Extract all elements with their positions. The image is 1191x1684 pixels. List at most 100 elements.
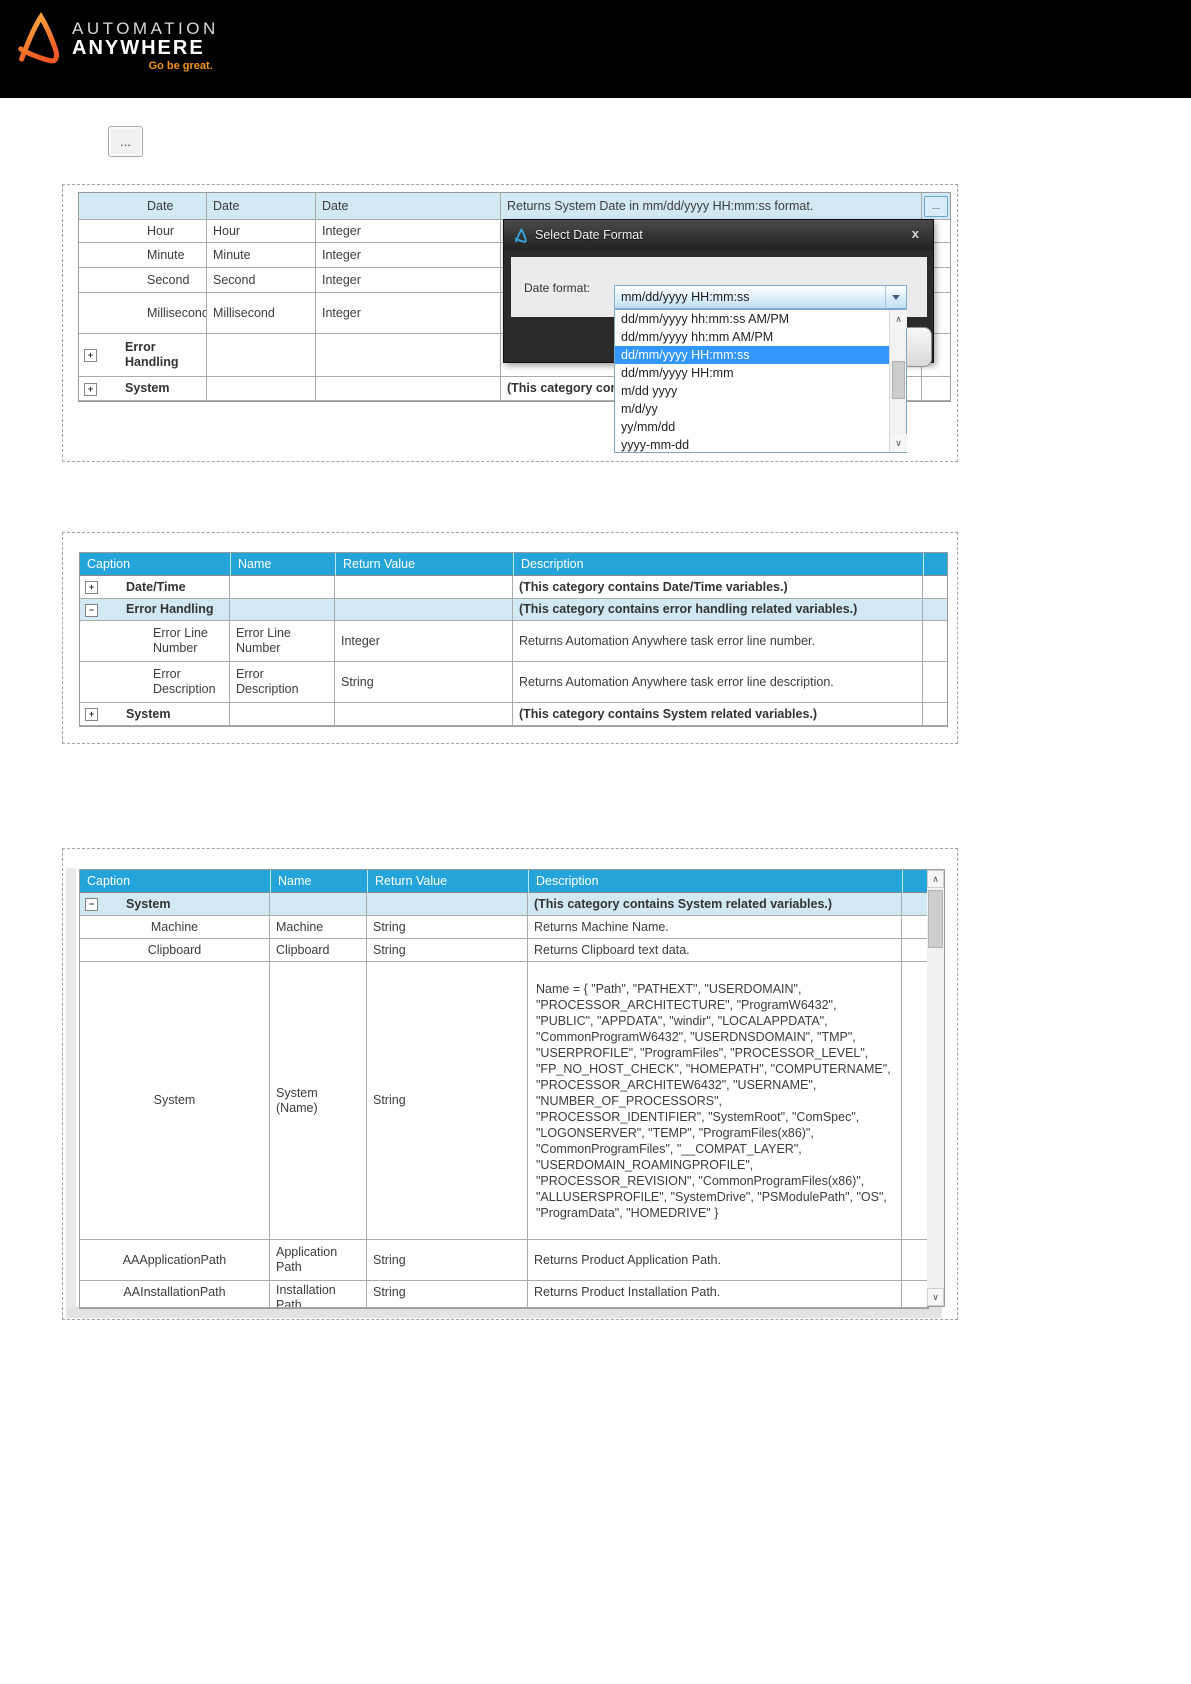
return-value-cell: Integer	[316, 243, 501, 268]
dropdown-option[interactable]: dd/mm/yyyy hh:mm:ss AM/PM	[615, 310, 889, 328]
cell-actions	[923, 703, 947, 726]
return-value-cell: Integer	[316, 268, 501, 293]
cell-actions	[923, 599, 947, 621]
dropdown-arrow-icon[interactable]	[885, 286, 906, 308]
name-cell	[230, 703, 335, 726]
caption-cell: + Error Handling	[79, 334, 207, 377]
return-value-cell	[335, 703, 513, 726]
description-cell: Returns System Date in mm/dd/yyyy HH:mm:…	[501, 193, 922, 220]
category-label: System	[126, 896, 171, 911]
scroll-up-icon[interactable]: ∧	[890, 310, 907, 328]
scroll-down-icon[interactable]: ∨	[927, 1288, 944, 1306]
description-cell: (This category contains System related v…	[513, 703, 923, 726]
dialog-a-icon	[514, 227, 527, 243]
return-value-cell: Date	[316, 193, 501, 220]
grid-vertical-scrollbar[interactable]: ∧ ∨	[927, 869, 945, 1307]
cell-actions	[923, 576, 947, 599]
cell-actions	[902, 1240, 928, 1281]
description-cell: (This category contains error handling r…	[513, 599, 923, 621]
description-cell: (This category contains Date/Time variab…	[513, 576, 923, 599]
caption-cell: Second	[79, 268, 207, 293]
name-cell	[207, 377, 316, 401]
column-header-return-value[interactable]: Return Value	[367, 870, 528, 893]
name-cell: System (Name)	[270, 962, 367, 1240]
collapse-minus-icon[interactable]: −	[85, 603, 98, 617]
brand-a-icon	[14, 6, 68, 75]
automation-anywhere-logo: AUTOMATION ANYWHERE Go be great.	[14, 6, 219, 75]
name-cell	[230, 576, 335, 599]
environment-names-text: Name = { "Path", "PATHEXT", "USERDOMAIN"…	[536, 981, 891, 1220]
date-format-combobox[interactable]: mm/dd/yyyy HH:mm:ss	[614, 285, 907, 309]
dropdown-option[interactable]: m/dd yyyy	[615, 382, 889, 400]
return-value-cell: String	[367, 939, 528, 962]
cell-actions	[902, 1281, 928, 1308]
column-header-name[interactable]: Name	[270, 870, 367, 893]
expand-plus-icon[interactable]: +	[84, 349, 97, 362]
caption-cell: Date	[79, 193, 207, 220]
column-header-name[interactable]: Name	[230, 553, 335, 576]
return-value-cell: String	[367, 1240, 528, 1281]
ellipsis-button[interactable]: ...	[108, 126, 143, 157]
brand-line2: ANYWHERE	[72, 37, 205, 59]
return-value-cell: Integer	[316, 220, 501, 243]
return-value-cell	[316, 377, 501, 401]
dropdown-scrollbar[interactable]: ∧ ∨	[889, 310, 907, 452]
return-value-cell: String	[367, 962, 528, 1240]
name-cell: Application Path	[270, 1240, 367, 1281]
open-date-format-button[interactable]: ...	[924, 195, 948, 217]
name-cell: Error Line Number	[230, 621, 335, 662]
name-cell: Date	[207, 193, 316, 220]
category-label: Error Handling	[126, 602, 214, 616]
dropdown-option[interactable]: yyyy-mm-dd	[615, 436, 889, 454]
caption-cell: − Error Handling	[80, 599, 230, 621]
return-value-cell: String	[335, 662, 513, 703]
category-label: Date/Time	[126, 579, 186, 594]
grid-left-gutter	[66, 868, 76, 1308]
category-label: System	[125, 381, 170, 395]
collapse-minus-icon[interactable]: −	[85, 898, 98, 911]
column-header-blank	[923, 553, 947, 576]
dropdown-option[interactable]: m/d/yy	[615, 400, 889, 418]
return-value-cell: String	[367, 916, 528, 939]
page: AUTOMATION ANYWHERE Go be great. ... Dat…	[0, 0, 1191, 1684]
dropdown-option[interactable]: dd/mm/yyyy hh:mm AM/PM	[615, 328, 889, 346]
close-icon[interactable]: x	[912, 226, 919, 241]
dialog-title-bar[interactable]: Select Date Format x	[504, 220, 933, 250]
expand-plus-icon[interactable]: +	[85, 708, 98, 721]
cell-actions	[923, 662, 947, 703]
caption-cell: Minute	[79, 243, 207, 268]
scrollbar-thumb[interactable]	[892, 361, 905, 399]
column-header-description[interactable]: Description	[528, 870, 902, 893]
dropdown-option[interactable]: yy/mm/dd	[615, 418, 889, 436]
column-header-return-value[interactable]: Return Value	[335, 553, 513, 576]
dialog-title: Select Date Format	[535, 228, 643, 242]
screenshot-frame-date-variables: Date Date Date Returns System Date in mm…	[62, 184, 958, 462]
description-cell: Returns Machine Name.	[528, 916, 902, 939]
caption-cell: Hour	[79, 220, 207, 243]
scroll-up-icon[interactable]: ∧	[927, 870, 944, 888]
brand-line1: AUTOMATION	[72, 19, 219, 38]
expand-plus-icon[interactable]: +	[85, 581, 98, 594]
scroll-down-icon[interactable]: ∨	[890, 434, 907, 452]
category-label: System	[126, 706, 171, 721]
description-cell: Name = { "Path", "PATHEXT", "USERDOMAIN"…	[528, 962, 902, 1240]
description-cell: Returns Automation Anywhere task error l…	[513, 662, 923, 703]
return-value-cell: Integer	[316, 293, 501, 334]
dropdown-option-selected[interactable]: dd/mm/yyyy HH:mm:ss	[615, 346, 889, 364]
name-cell: Second	[207, 268, 316, 293]
cell-actions	[922, 377, 950, 401]
cell-actions	[923, 621, 947, 662]
return-value-cell: Integer	[335, 621, 513, 662]
description-cell: Returns Clipboard text data.	[528, 939, 902, 962]
expand-plus-icon[interactable]: +	[84, 382, 97, 396]
caption-cell: − System	[80, 893, 270, 916]
name-cell	[270, 893, 367, 916]
caption-cell: Machine	[80, 916, 270, 939]
scrollbar-thumb[interactable]	[928, 890, 943, 948]
caption-cell: Clipboard	[80, 939, 270, 962]
name-cell: Minute	[207, 243, 316, 268]
dropdown-option[interactable]: dd/mm/yyyy HH:mm	[615, 364, 889, 382]
column-header-description[interactable]: Description	[513, 553, 923, 576]
column-header-caption[interactable]: Caption	[80, 870, 270, 893]
column-header-caption[interactable]: Caption	[80, 553, 230, 576]
